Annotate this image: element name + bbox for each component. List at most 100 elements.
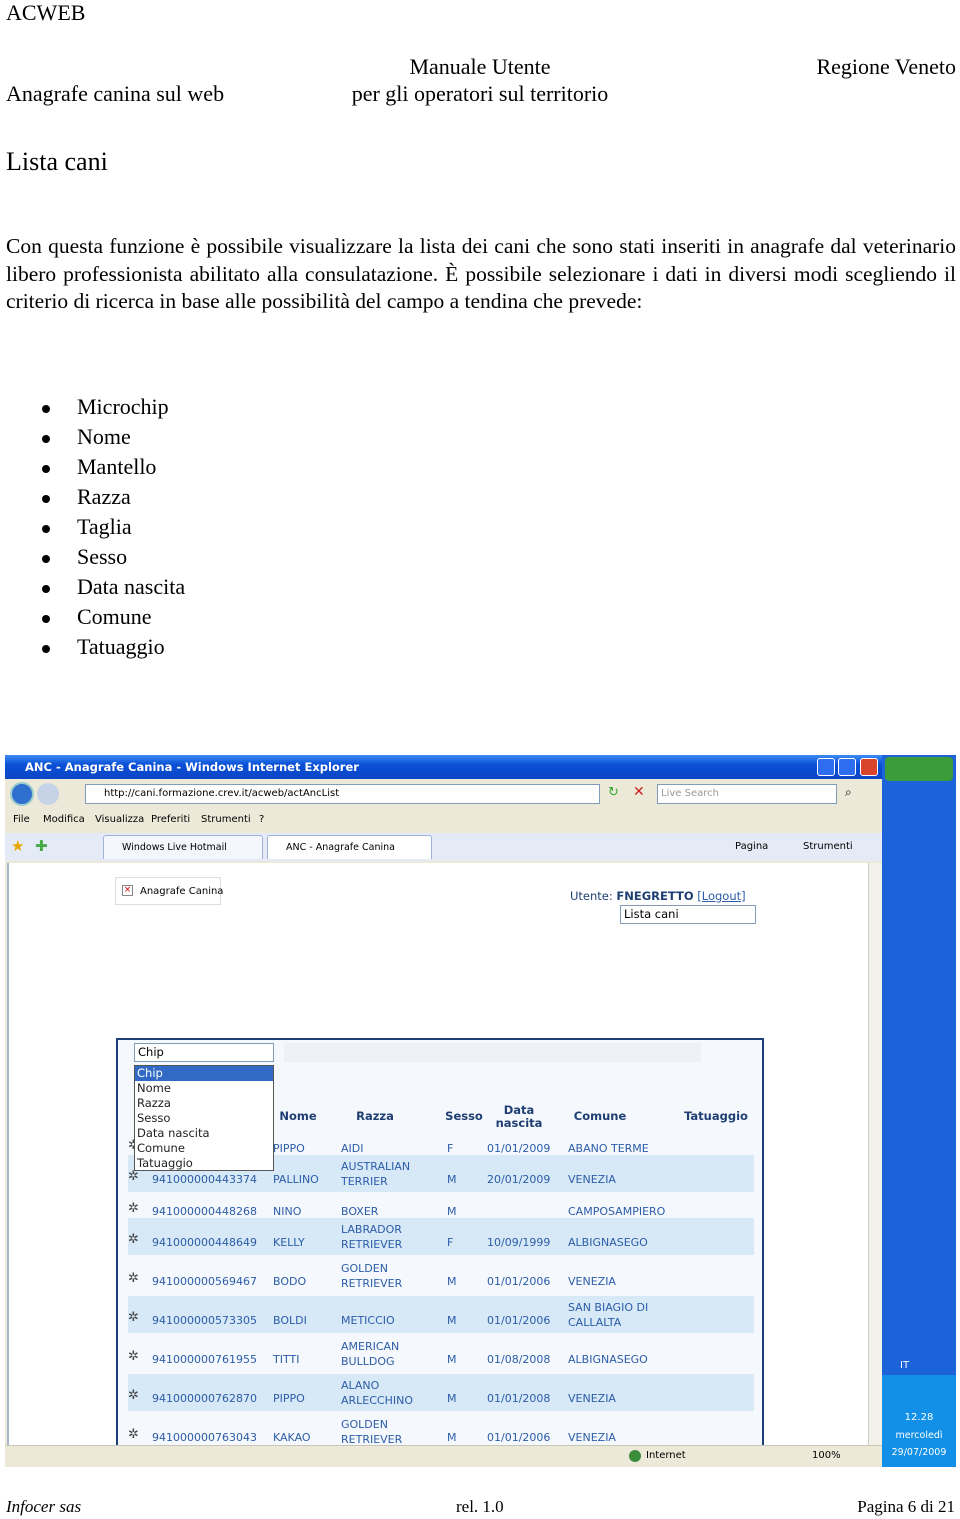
cell-chip[interactable]: 941000000762870 [152, 1392, 257, 1405]
dropdown-option[interactable]: Comune [135, 1141, 273, 1156]
list-item: Mantello [42, 454, 156, 480]
language-indicator[interactable]: IT [900, 1360, 909, 1371]
forward-icon[interactable] [37, 783, 59, 805]
list-item-label: Comune [77, 604, 152, 629]
cell-chip[interactable]: 941000000443374 [152, 1173, 257, 1186]
taskbar: IT 12.28 mercoledì 29/07/2009 [882, 755, 956, 1467]
close-button[interactable] [860, 758, 878, 776]
cell-nome: NINO [273, 1205, 302, 1218]
section-title: Lista cani [6, 147, 108, 176]
delete-icon[interactable]: ✲ [128, 1201, 139, 1216]
bullet-icon [42, 584, 50, 593]
browser-screenshot: ANC - Anagrafe Canina - Windows Internet… [5, 755, 956, 1467]
cell-chip[interactable]: 941000000761955 [152, 1353, 257, 1366]
dropdown-option[interactable]: Nome [135, 1081, 273, 1096]
filter-select[interactable]: Chip [134, 1043, 274, 1062]
search-input[interactable]: Live Search [657, 784, 837, 804]
bullet-icon [42, 434, 50, 443]
menu-preferiti[interactable]: Preferiti [151, 814, 190, 825]
refresh-icon[interactable]: ↻ [608, 785, 619, 800]
clock-day: mercoledì [895, 1430, 943, 1441]
dropdown-option[interactable]: Sesso [135, 1111, 273, 1126]
delete-icon[interactable]: ✲ [128, 1427, 139, 1442]
cell-sesso: F [447, 1142, 454, 1155]
dog-list-panel: Chip Nome Razza Sesso Data nascita Comune Tat… [116, 1038, 764, 1467]
dropdown-option[interactable]: Razza [135, 1096, 273, 1111]
cell-razza: BOXER [341, 1205, 379, 1218]
bullet-icon [42, 644, 50, 653]
delete-icon[interactable]: ✲ [128, 1388, 139, 1403]
cell-comune: ALBIGNASEGO [568, 1353, 648, 1366]
cell-razza: AMERICAN BULLDOG [341, 1340, 400, 1368]
cell-nome: TITTI [273, 1353, 300, 1366]
cell-razza: GOLDEN RETRIEVER [341, 1262, 403, 1290]
cell-chip[interactable]: 941000000573305 [152, 1314, 257, 1327]
delete-icon[interactable]: ✲ [128, 1169, 139, 1184]
filter-input[interactable] [284, 1043, 701, 1062]
maximize-button[interactable] [838, 758, 856, 776]
search-icon[interactable]: ⌕ [845, 785, 852, 800]
address-bar[interactable]: http://cani.formazione.crev.it/acweb/act… [85, 784, 600, 804]
menu-strumenti[interactable]: Strumenti [201, 814, 251, 825]
column-header[interactable]: Sesso [440, 1110, 488, 1123]
back-icon[interactable] [10, 782, 34, 806]
delete-icon[interactable]: ✲ [128, 1310, 139, 1325]
minimize-button[interactable] [817, 758, 835, 776]
window-title: ANC - Anagrafe Canina - Windows Internet… [5, 755, 882, 779]
column-header[interactable]: Data nascita [484, 1104, 554, 1130]
list-item: Data nascita [42, 574, 185, 600]
page-select[interactable]: Lista cani [620, 905, 756, 924]
cell-comune: VENEZIA [568, 1275, 616, 1288]
zone-label: Internet [646, 1450, 686, 1461]
bullet-icon [42, 614, 50, 623]
column-header[interactable]: Razza [340, 1110, 410, 1123]
cell-comune: SAN BIAGIO DI CALLALTA [568, 1301, 649, 1329]
column-header[interactable]: Tatuaggio [676, 1110, 756, 1123]
cell-chip[interactable]: 941000000569467 [152, 1275, 257, 1288]
cell-nome: PIPPO [273, 1392, 305, 1405]
list-item: Razza [42, 484, 131, 510]
menu-file[interactable]: File [13, 814, 30, 825]
bullet-icon [42, 524, 50, 533]
start-button[interactable] [885, 757, 953, 781]
stop-icon[interactable]: ✕ [633, 784, 645, 800]
list-item-label: Nome [77, 424, 131, 449]
cell-comune: VENEZIA [568, 1392, 616, 1405]
add-favorite-icon[interactable]: ✚ [35, 837, 48, 855]
header-right: Regione Veneto [816, 54, 956, 79]
column-header[interactable]: Nome [268, 1110, 328, 1123]
menu-modifica[interactable]: Modifica [43, 814, 85, 825]
dropdown-option[interactable]: Tatuaggio [135, 1156, 273, 1171]
favorites-star-icon[interactable]: ★ [11, 837, 24, 855]
filter-dropdown-list: Chip Nome Razza Sesso Data nascita Comune Tatu… [134, 1065, 274, 1171]
footer-right: Pagina 6 di 21 [857, 1497, 955, 1516]
zoom-level[interactable]: 100% [812, 1450, 841, 1461]
menu-visualizza[interactable]: Visualizza [95, 814, 144, 825]
cell-chip[interactable]: 941000000763043 [152, 1431, 257, 1444]
tools-menu[interactable]: Strumenti [803, 841, 853, 852]
cell-chip[interactable]: 941000000448649 [152, 1236, 257, 1249]
dropdown-option[interactable]: Data nascita [135, 1126, 273, 1141]
menu-help[interactable]: ? [259, 814, 264, 825]
bullet-icon [42, 494, 50, 503]
page-menu[interactable]: Pagina [735, 841, 768, 852]
user-name: FNEGRETTO [616, 889, 694, 903]
vertical-scrollbar[interactable] [868, 863, 882, 1445]
cell-chip[interactable]: 941000000448268 [152, 1205, 257, 1218]
cell-data: 01/01/2009 [487, 1142, 551, 1155]
tab-hotmail[interactable]: Windows Live Hotmail [103, 835, 263, 859]
delete-icon[interactable]: ✲ [128, 1271, 139, 1286]
list-item: Tatuaggio [42, 634, 165, 660]
cell-data: 01/01/2008 [487, 1392, 551, 1405]
delete-icon[interactable]: ✲ [128, 1349, 139, 1364]
clock-time: 12.28 [904, 1412, 934, 1423]
cell-sesso: M [447, 1173, 457, 1186]
tab-anc[interactable]: ANC - Anagrafe Canina [267, 835, 432, 859]
column-header[interactable]: Comune [564, 1110, 636, 1123]
logout-link[interactable]: [Logout] [697, 889, 745, 903]
dropdown-option[interactable]: Chip [135, 1066, 273, 1081]
cell-razza: AIDI [341, 1142, 364, 1155]
delete-icon[interactable]: ✲ [128, 1232, 139, 1247]
list-item-label: Microchip [77, 394, 169, 419]
cell-nome: PIPPO [273, 1142, 305, 1155]
